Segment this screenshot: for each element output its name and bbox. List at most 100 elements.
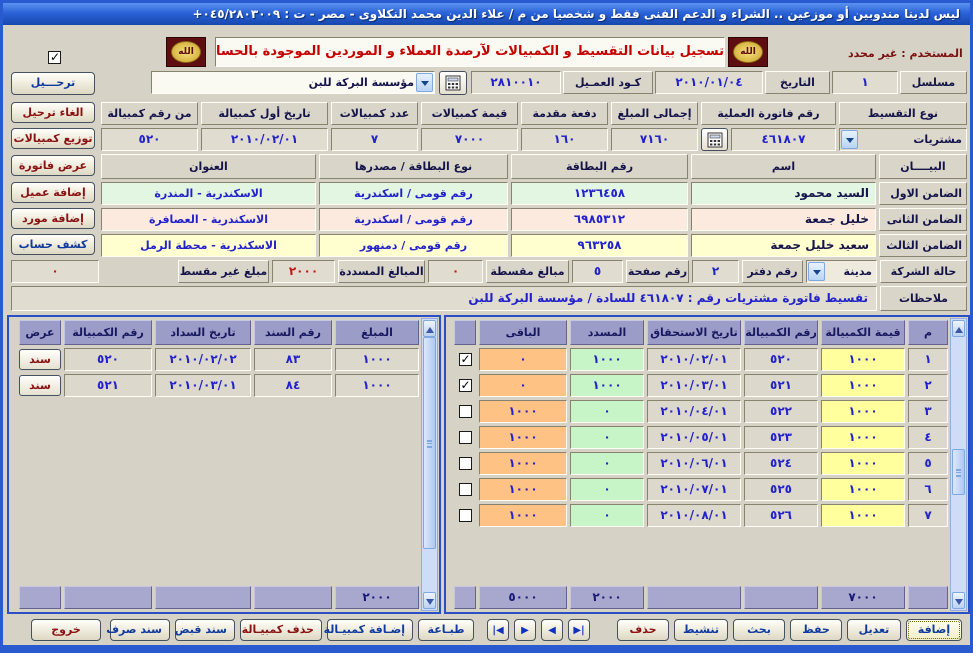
company-state-combobox[interactable]: مدينة: [806, 260, 877, 283]
scrollbar-thumb[interactable]: [952, 449, 965, 495]
col-note-value-header: قيمة الكمبيالة: [821, 320, 905, 345]
payments-table: المبلغ رقم السند تاريخ السداد رقم الكمبي…: [10, 318, 421, 611]
payments-scrollbar[interactable]: [421, 318, 438, 611]
due-date-cell: ٢٠١٠/٠٥/٠١: [647, 426, 741, 449]
nav-first-button[interactable]: |◀: [487, 619, 509, 641]
payment-voucher-button[interactable]: سند صرف: [110, 619, 170, 641]
note-number-cell: ٥٢١: [744, 374, 818, 397]
amount-cell: ١٠٠٠: [335, 348, 419, 371]
date-label: التاريخ: [765, 71, 830, 94]
search-button[interactable]: بحث: [733, 619, 785, 641]
from-note-number-value[interactable]: ٥٢٠: [101, 128, 198, 151]
form-title: تسجيل بيانات التقسيط و الكمبيالات لآرصدة…: [215, 37, 725, 67]
book-number-value[interactable]: ٢: [692, 260, 739, 283]
paid-cell: ١٠٠٠: [570, 348, 644, 371]
scroll-up-icon[interactable]: [423, 320, 436, 337]
serial-value: ١: [832, 71, 898, 94]
dropdown-arrow-icon[interactable]: [808, 262, 825, 281]
account-statement-button[interactable]: كشف حساب: [11, 234, 95, 255]
exit-button[interactable]: خروج: [31, 619, 101, 641]
guarantor2-address[interactable]: الاسكندرية - العصافرة: [101, 208, 316, 231]
guarantor1-card[interactable]: ١٢٣٦٤٥٨: [511, 182, 688, 205]
client-code-value[interactable]: ٢٨١٠٠١٠: [471, 71, 561, 94]
delete-note-button[interactable]: حذف كمبيـالة: [240, 619, 322, 641]
guarantor3-address[interactable]: الاسكندرية - محطة الرمل: [101, 234, 316, 257]
notes-value-value[interactable]: ٧٠٠٠: [421, 128, 518, 151]
remaining-cell: ١٠٠٠: [479, 504, 567, 527]
show-invoice-button[interactable]: عرض فاتورة: [11, 155, 95, 176]
invoice-number-value[interactable]: ٤٦١٨٠٧: [731, 128, 836, 151]
nav-last-button[interactable]: ▶|: [568, 619, 590, 641]
client-name-combobox[interactable]: مؤسسة البركة للبن: [151, 71, 435, 94]
distribute-notes-button[interactable]: توزيع كمبيالات: [11, 128, 95, 149]
note-number-cell: ٥٢٤: [744, 452, 818, 475]
first-note-date-label: تاريخ أول كمبيالة: [201, 102, 328, 125]
installment-type-label: نوع التقسيط: [839, 102, 967, 125]
note-value-cell: ١٠٠٠: [821, 478, 905, 501]
table-empty-area: [454, 530, 948, 583]
remarks-value[interactable]: تقسيط فاتورة مشتريات رقم : ٤٦١٨٠٧ للسادة…: [11, 286, 877, 311]
delete-button[interactable]: حذف: [617, 619, 669, 641]
row-checkbox[interactable]: [459, 431, 472, 444]
app-window: ليس لدينا مندوبين أو موزعين .. الشراء و …: [0, 0, 973, 653]
row-checkbox[interactable]: [459, 379, 472, 392]
scroll-up-icon[interactable]: [952, 320, 965, 337]
add-button[interactable]: إضافة: [906, 619, 962, 641]
scrollbar-thumb[interactable]: [423, 337, 436, 549]
advance-payment-value[interactable]: ١٦٠: [521, 128, 608, 151]
guarantor1-name[interactable]: السيد محمود: [691, 182, 876, 205]
nav-next-button[interactable]: ▶: [514, 619, 536, 641]
total-amount-value[interactable]: ٧١٦٠: [611, 128, 698, 151]
cancel-transfer-button[interactable]: الغاء ترحيل: [11, 102, 95, 123]
save-button[interactable]: حفظ: [790, 619, 842, 641]
date-value[interactable]: ٢٠١٠/٠١/٠٤: [655, 71, 763, 94]
installment-type-combobox[interactable]: مشتريات: [839, 128, 967, 151]
uninstalled-amount-value: ٠: [11, 260, 99, 283]
receipt-voucher-button[interactable]: سند قبض: [175, 619, 235, 641]
transfer-button[interactable]: ترحـــيل: [11, 72, 95, 95]
client-lookup-calculator-icon[interactable]: [439, 71, 467, 95]
print-button[interactable]: طبـاعة: [418, 619, 474, 641]
header-checkbox[interactable]: [48, 51, 61, 64]
edit-button[interactable]: تعديل: [847, 619, 901, 641]
invoice-lookup-calculator-icon[interactable]: [701, 128, 728, 151]
guarantor1-address[interactable]: الاسكندرية - المندرة: [101, 182, 316, 205]
nav-prev-button[interactable]: ◀: [541, 619, 563, 641]
row-checkbox[interactable]: [459, 509, 472, 522]
add-supplier-button[interactable]: إضافة مورد: [11, 208, 95, 229]
guarantor1-card-type[interactable]: رقم قومى / اسكندرية: [319, 182, 508, 205]
add-client-button[interactable]: إضافة عميل: [11, 182, 95, 203]
table-row-cell: ١: [908, 348, 948, 371]
row-checkbox[interactable]: [459, 483, 472, 496]
view-voucher-button[interactable]: سند: [19, 375, 61, 396]
guarantor3-name[interactable]: سعيد خليل جمعة: [691, 234, 876, 257]
guarantor2-name[interactable]: خليل جمعة: [691, 208, 876, 231]
page-number-value[interactable]: ٥: [572, 260, 623, 283]
guarantor2-card-type[interactable]: رقم قومى / اسكندرية: [319, 208, 508, 231]
dropdown-arrow-icon[interactable]: [416, 73, 433, 92]
guarantor3-card-type[interactable]: رقم قومى / دمنهور: [319, 234, 508, 257]
guarantor-card-header: رقم البطاقة: [511, 154, 688, 179]
installments-panel: م قيمة الكمبيالة رقم الكمبيالة تاريخ الا…: [444, 315, 970, 614]
scroll-down-icon[interactable]: [423, 592, 436, 609]
view-voucher-button[interactable]: سند: [19, 349, 61, 370]
row-checkbox[interactable]: [459, 405, 472, 418]
guarantor2-card[interactable]: ٦٩٨٥٣١٢: [511, 208, 688, 231]
guarantor1-label: الضامن الاول: [879, 182, 967, 205]
totals-view-cell: [19, 586, 61, 609]
row-checkbox[interactable]: [459, 353, 472, 366]
activate-button[interactable]: تنشيط: [674, 619, 728, 641]
first-note-date-value[interactable]: ٢٠١٠/٠٢/٠١: [201, 128, 328, 151]
col-paid-header: المسدد: [570, 320, 644, 345]
row-checkbox[interactable]: [459, 457, 472, 470]
col-pay-date-header: تاريخ السداد: [155, 320, 251, 345]
totals-remaining: ٥٠٠٠: [479, 586, 567, 609]
installments-scrollbar[interactable]: [950, 318, 967, 611]
notes-count-value[interactable]: ٧: [331, 128, 418, 151]
add-note-button[interactable]: إضـافة كمبيـالة: [327, 619, 413, 641]
scroll-down-icon[interactable]: [952, 592, 965, 609]
dropdown-arrow-icon[interactable]: [841, 130, 858, 149]
installments-table: م قيمة الكمبيالة رقم الكمبيالة تاريخ الا…: [447, 318, 950, 611]
guarantor3-card[interactable]: ٩٦٣٢٥٨: [511, 234, 688, 257]
window-titlebar[interactable]: ليس لدينا مندوبين أو موزعين .. الشراء و …: [3, 3, 970, 25]
